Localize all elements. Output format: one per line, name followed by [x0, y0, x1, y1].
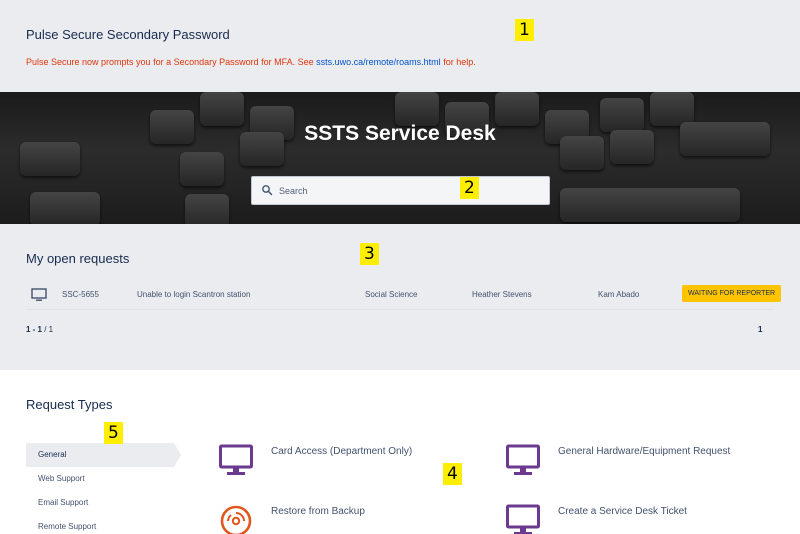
open-requests-heading: My open requests [26, 251, 130, 266]
nav-item-remote-support[interactable]: Remote Support [26, 515, 186, 534]
request-type-card-access[interactable]: Card Access (Department Only) [219, 444, 479, 484]
request-key[interactable]: SSC-5655 [62, 290, 99, 299]
request-type-label[interactable]: Create a Service Desk Ticket [558, 506, 687, 517]
pagination-total: / 1 [42, 325, 54, 334]
search-icon [262, 185, 273, 196]
request-reporter: Heather Stevens [472, 290, 532, 299]
marker-3: 3 [360, 243, 379, 265]
request-type-service-desk-ticket[interactable]: Create a Service Desk Ticket [506, 504, 776, 534]
request-department: Social Science [365, 290, 418, 299]
nav-item-web-support[interactable]: Web Support [26, 467, 186, 491]
request-type-label[interactable]: General Hardware/Equipment Request [558, 446, 730, 457]
search-input[interactable] [279, 177, 539, 204]
announcement-banner: Pulse Secure Secondary Password Pulse Se… [0, 0, 800, 92]
page-title: SSTS Service Desk [304, 122, 496, 145]
marker-2: 2 [460, 177, 479, 199]
announcement-text: Pulse Secure now prompts you for a Secon… [26, 57, 476, 67]
status-badge: WAITING FOR REPORTER [682, 285, 782, 302]
pagination-range: 1 - 1 [26, 325, 43, 334]
announcement-text-after: for help. [440, 57, 476, 67]
nav-item-email-support[interactable]: Email Support [26, 491, 186, 515]
open-requests-section: My open requests SSC-5655 Unable to logi… [0, 224, 800, 370]
monitor-icon [506, 444, 540, 475]
request-type-restore-backup[interactable]: Restore from Backup [219, 504, 479, 534]
marker-1: 1 [515, 19, 534, 41]
request-type-label[interactable]: Card Access (Department Only) [271, 446, 412, 457]
request-assignee: Kam Abado [598, 290, 640, 299]
backup-disc-icon [220, 505, 252, 534]
request-types-heading: Request Types [26, 397, 113, 412]
pagination-summary: 1 - 1 / 1 [26, 325, 53, 334]
pagination-page-1[interactable]: 1 [758, 325, 762, 334]
announcement-title: Pulse Secure Secondary Password [26, 27, 230, 42]
marker-5: 5 [104, 422, 123, 444]
announcement-text-before: Pulse Secure now prompts you for a Secon… [26, 57, 317, 67]
monitor-icon [31, 288, 47, 301]
marker-4: 4 [443, 463, 462, 485]
request-summary[interactable]: Unable to login Scantron station [137, 290, 250, 299]
monitor-icon [506, 504, 540, 534]
table-row[interactable]: SSC-5655 Unable to login Scantron statio… [26, 282, 782, 310]
search-box[interactable] [251, 176, 550, 205]
request-type-label[interactable]: Restore from Backup [271, 506, 365, 517]
monitor-icon [219, 444, 253, 475]
request-type-nav: General Web Support Email Support Remote… [26, 443, 186, 534]
request-type-hardware-equipment[interactable]: General Hardware/Equipment Request [506, 444, 776, 484]
announcement-link[interactable]: ssts.uwo.ca/remote/roams.html [316, 57, 441, 67]
nav-item-general[interactable]: General [26, 443, 181, 467]
hero-banner: SSTS Service Desk [0, 92, 800, 224]
